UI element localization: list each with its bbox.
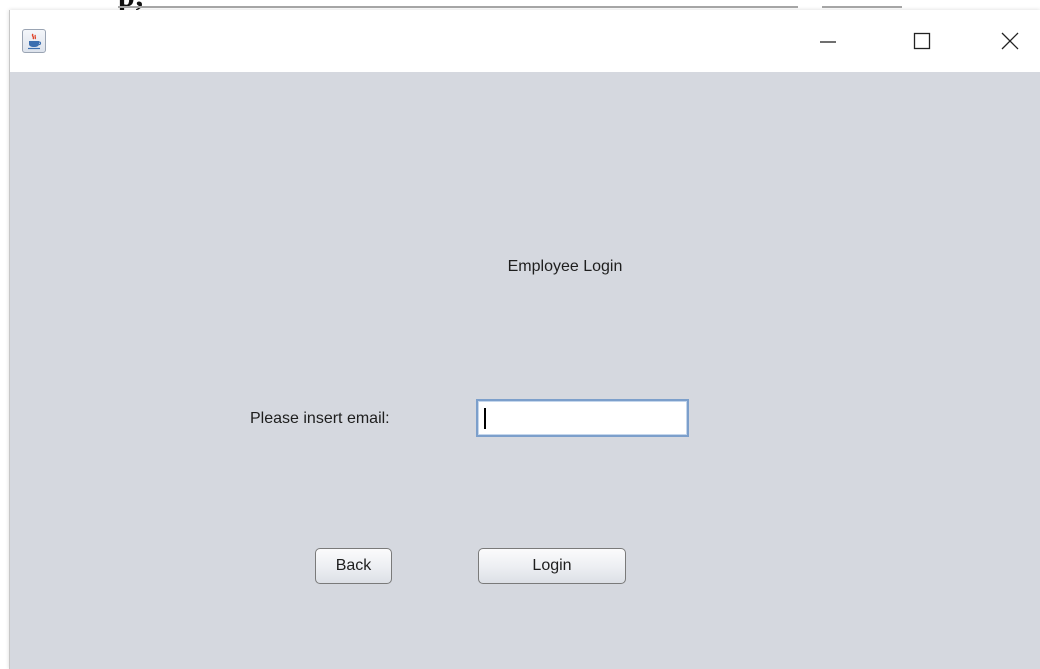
login-button[interactable]: Login	[478, 548, 626, 584]
email-input[interactable]	[476, 399, 689, 437]
close-button[interactable]	[980, 10, 1040, 72]
screen: p,	[0, 0, 1040, 669]
java-app-icon[interactable]	[22, 29, 46, 53]
background-divider	[822, 6, 902, 8]
minimize-icon	[820, 41, 836, 43]
back-button[interactable]: Back	[315, 548, 392, 584]
page-title: Employee Login	[507, 258, 623, 275]
title-bar[interactable]	[10, 10, 1040, 72]
maximize-icon	[913, 32, 931, 50]
maximize-button[interactable]	[892, 10, 952, 72]
minimize-button[interactable]	[798, 10, 858, 72]
close-icon	[1001, 32, 1019, 50]
background-divider	[118, 6, 798, 8]
email-label: Please insert email:	[250, 410, 390, 427]
text-caret	[484, 408, 486, 429]
login-window: Employee Login Please insert email: Back…	[9, 10, 1040, 669]
